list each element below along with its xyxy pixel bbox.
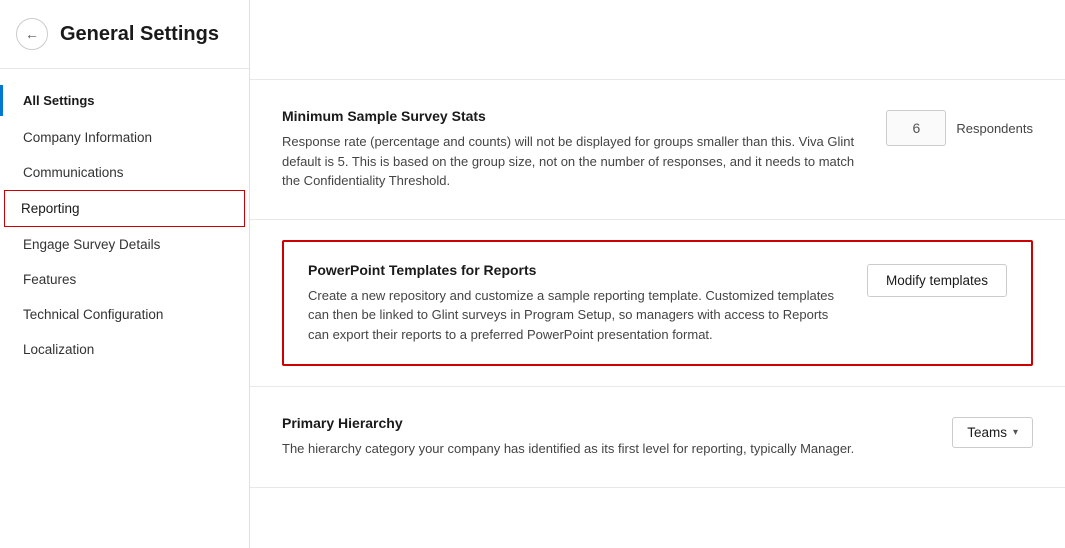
back-button[interactable]: ← xyxy=(16,18,48,50)
powerpoint-text: PowerPoint Templates for Reports Create … xyxy=(308,262,843,345)
chevron-down-icon: ▾ xyxy=(1013,427,1018,438)
primary-hierarchy-action: Teams ▾ xyxy=(952,417,1033,448)
powerpoint-description: Create a new repository and customize a … xyxy=(308,286,843,345)
sidebar-header: ← General Settings xyxy=(0,0,249,69)
sidebar-item-communications[interactable]: Communications xyxy=(0,155,249,190)
modify-templates-button[interactable]: Modify templates xyxy=(867,264,1007,297)
teams-dropdown[interactable]: Teams ▾ xyxy=(952,417,1033,448)
top-spacer xyxy=(250,0,1065,80)
main-content: Minimum Sample Survey Stats Response rat… xyxy=(250,0,1065,548)
sidebar: ← General Settings All Settings Company … xyxy=(0,0,250,548)
primary-hierarchy-section: Primary Hierarchy The hierarchy category… xyxy=(250,387,1065,488)
sidebar-item-reporting[interactable]: Reporting xyxy=(4,190,245,227)
minimum-sample-title: Minimum Sample Survey Stats xyxy=(282,108,862,124)
sidebar-title: General Settings xyxy=(60,23,219,46)
sidebar-item-engage-survey-details[interactable]: Engage Survey Details xyxy=(0,227,249,262)
primary-hierarchy-title: Primary Hierarchy xyxy=(282,415,928,431)
teams-dropdown-label: Teams xyxy=(967,425,1007,440)
minimum-sample-description: Response rate (percentage and counts) wi… xyxy=(282,132,862,191)
primary-hierarchy-description: The hierarchy category your company has … xyxy=(282,439,862,459)
minimum-sample-section: Minimum Sample Survey Stats Response rat… xyxy=(250,80,1065,220)
primary-hierarchy-text: Primary Hierarchy The hierarchy category… xyxy=(282,415,928,459)
sidebar-item-features[interactable]: Features xyxy=(0,262,249,297)
minimum-sample-text: Minimum Sample Survey Stats Response rat… xyxy=(282,108,862,191)
sidebar-item-company-information[interactable]: Company Information xyxy=(0,120,249,155)
sidebar-item-localization[interactable]: Localization xyxy=(0,332,249,367)
powerpoint-wrapper: PowerPoint Templates for Reports Create … xyxy=(250,220,1065,388)
nav-all-settings-label: All Settings xyxy=(0,85,249,116)
respondents-label: Respondents xyxy=(956,121,1033,136)
sidebar-nav: All Settings Company Information Communi… xyxy=(0,69,249,548)
sidebar-item-technical-configuration[interactable]: Technical Configuration xyxy=(0,297,249,332)
minimum-sample-action: Respondents xyxy=(886,110,1033,146)
powerpoint-section: PowerPoint Templates for Reports Create … xyxy=(282,240,1033,367)
powerpoint-action: Modify templates xyxy=(867,264,1007,297)
powerpoint-title: PowerPoint Templates for Reports xyxy=(308,262,843,278)
respondents-input[interactable] xyxy=(886,110,946,146)
